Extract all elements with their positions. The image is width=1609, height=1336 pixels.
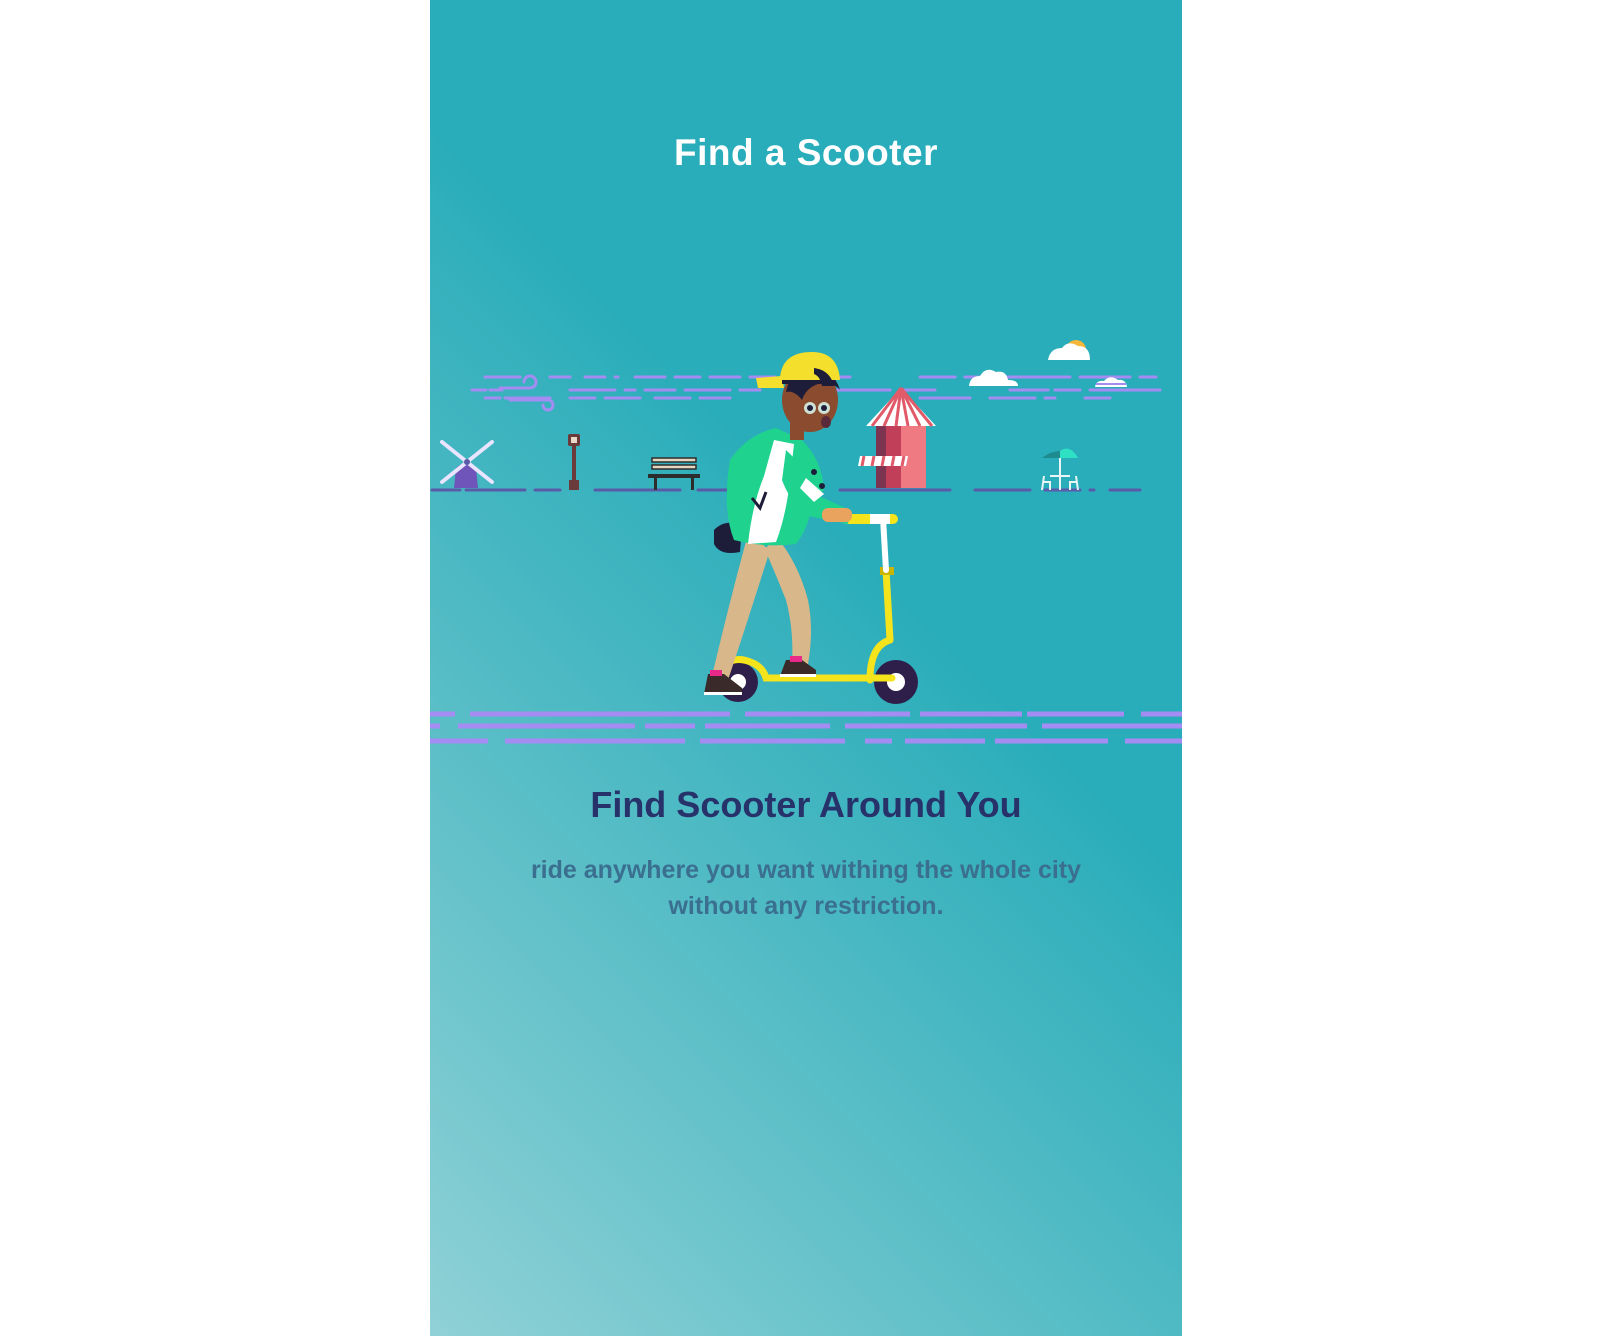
- onboarding-description: ride anywhere you want withing the whole…: [530, 856, 1082, 920]
- sun-behind-cloud-icon: [1048, 340, 1090, 360]
- striped-kiosk-icon: [858, 387, 936, 488]
- rider-character: [704, 352, 852, 695]
- onboarding-headline: Find Scooter Around You: [590, 784, 1022, 825]
- windmill-icon: [440, 440, 494, 488]
- cafe-umbrella-table-icon: [1041, 448, 1079, 491]
- street-lamp-icon: [568, 434, 580, 490]
- wind-gust-icon: [498, 374, 555, 412]
- page-title: Find a Scooter: [674, 132, 938, 173]
- scooter-illustration: [430, 340, 1182, 744]
- app-screen: Find a Scooter Find Scooter Around You r…: [430, 0, 1182, 1336]
- park-bench-icon: [648, 457, 700, 490]
- road-lines: [430, 711, 1182, 744]
